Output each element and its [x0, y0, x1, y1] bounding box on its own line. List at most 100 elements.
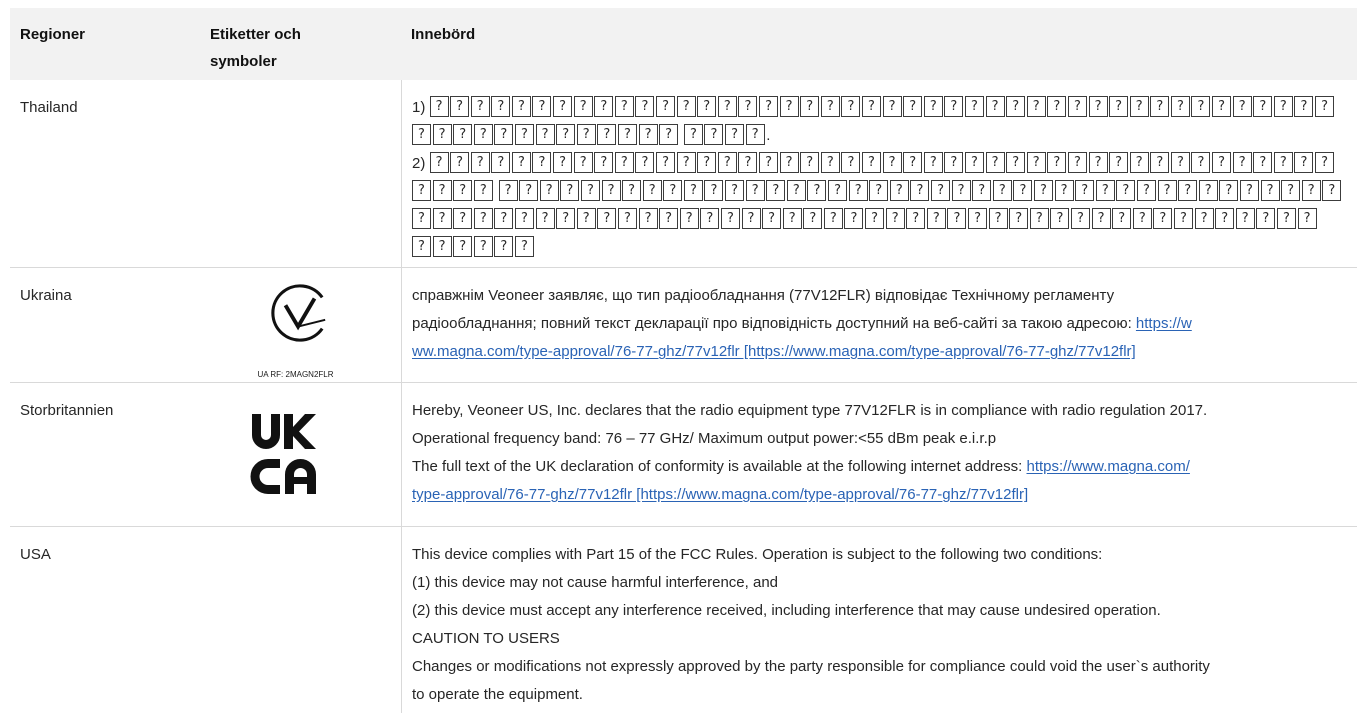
missing-glyph-box: ⍰: [972, 180, 992, 201]
meaning-line: The full text of the UK declaration of c…: [412, 453, 1357, 481]
missing-glyph-box: ⍰: [676, 152, 696, 173]
missing-glyph-box: ⍰: [861, 152, 881, 173]
missing-glyph-box: ⍰: [679, 208, 699, 229]
missing-glyph-box: ⍰: [432, 208, 452, 229]
declaration-link[interactable]: ww.magna.com/type-approval/76-77-ghz/77v…: [412, 343, 1136, 360]
missing-glyph-box: ⍰: [704, 180, 724, 201]
missing-glyph-box: ⍰: [807, 180, 827, 201]
missing-glyph-box: ⍰: [992, 180, 1012, 201]
missing-glyph-box: ⍰: [1315, 152, 1335, 173]
missing-glyph-box: ⍰: [553, 152, 573, 173]
missing-glyph-box: ⍰: [1047, 152, 1067, 173]
missing-glyph-box: ⍰: [1297, 208, 1317, 229]
missing-glyph-box: ⍰: [453, 180, 473, 201]
missing-glyph-box: ⍰: [594, 152, 614, 173]
declaration-link[interactable]: https://www.magna.com/: [1027, 458, 1190, 475]
missing-glyph-box: ⍰: [1026, 152, 1046, 173]
missing-glyph-box: ⍰: [491, 152, 511, 173]
missing-glyph-box: ⍰: [473, 208, 493, 229]
missing-glyph-box: ⍰: [1235, 208, 1255, 229]
missing-glyph-box: ⍰: [638, 124, 658, 145]
missing-glyph-box: ⍰: [1191, 152, 1211, 173]
missing-glyph-box: ⍰: [725, 124, 745, 145]
missing-glyph-box: ⍰: [1095, 180, 1115, 201]
missing-glyph-box: ⍰: [741, 208, 761, 229]
table-row-ukraina: Ukraina UA RF: 2MAGN2FLR справжнім Veone…: [10, 268, 1357, 383]
missing-glyph-box: ⍰: [1170, 96, 1190, 117]
missing-glyph-box: ⍰: [1219, 180, 1239, 201]
missing-glyph-box: ⍰: [889, 180, 909, 201]
missing-glyph-box: ⍰: [535, 208, 555, 229]
missing-glyph-box: ⍰: [926, 208, 946, 229]
missing-glyph-box: ⍰: [882, 96, 902, 117]
missing-glyph-box: ⍰: [642, 180, 662, 201]
missing-glyph-box: ⍰: [412, 208, 431, 229]
missing-glyph-box: ⍰: [844, 208, 864, 229]
meaning-line: ⍰⍰⍰⍰⍰⍰: [412, 234, 1357, 262]
missing-glyph-box: ⍰: [491, 96, 511, 117]
missing-glyph-box: ⍰: [786, 180, 806, 201]
meaning-text: The full text of the UK declaration of c…: [412, 458, 1027, 475]
missing-glyph-box: ⍰: [1112, 208, 1132, 229]
missing-glyph-box: ⍰: [1198, 180, 1218, 201]
missing-glyph-box: ⍰: [985, 152, 1005, 173]
missing-glyph-box: ⍰: [1273, 152, 1293, 173]
missing-glyph-box: ⍰: [1260, 180, 1280, 201]
header-label: Innebörd: [411, 26, 476, 43]
missing-glyph-box: ⍰: [412, 124, 431, 145]
missing-glyph-box: ⍰: [704, 124, 724, 145]
meaning-line: Hereby, Veoneer US, Inc. declares that t…: [412, 397, 1357, 425]
missing-glyph-box: ⍰: [638, 208, 658, 229]
missing-glyph-box: ⍰: [766, 180, 786, 201]
header-label: Etiketter och symboler: [210, 26, 301, 70]
missing-glyph-box: ⍰: [676, 96, 696, 117]
missing-glyph-box: ⍰: [450, 96, 470, 117]
missing-glyph-box: ⍰: [494, 236, 514, 257]
missing-glyph-box: ⍰: [453, 124, 473, 145]
missing-glyph-box: ⍰: [700, 208, 720, 229]
missing-glyph-box: ⍰: [1109, 152, 1129, 173]
missing-glyph-box: ⍰: [964, 152, 984, 173]
missing-glyph-box: ⍰: [1212, 96, 1232, 117]
missing-glyph-box: ⍰: [535, 124, 555, 145]
missing-glyph-box: ⍰: [659, 124, 679, 145]
missing-glyph-box: ⍰: [514, 208, 534, 229]
missing-glyph-box: ⍰: [885, 208, 905, 229]
header-innebord: Innebörd: [401, 8, 1357, 80]
missing-glyph-box: ⍰: [725, 180, 745, 201]
missing-glyph-box: ⍰: [1191, 96, 1211, 117]
region-cell: Thailand: [10, 80, 200, 267]
missing-glyph-box: ⍰: [1029, 208, 1049, 229]
missing-glyph-box: ⍰: [803, 208, 823, 229]
missing-glyph-box: ⍰: [1006, 96, 1026, 117]
meaning-line: ⍰⍰⍰⍰⍰⍰⍰⍰⍰⍰⍰⍰⍰ ⍰⍰⍰⍰.: [412, 122, 1357, 150]
missing-glyph-box: ⍰: [622, 180, 642, 201]
missing-glyph-box: ⍰: [1116, 180, 1136, 201]
ua-rf-caption: UA RF: 2MAGN2FLR: [257, 370, 334, 379]
missing-glyph-box: ⍰: [601, 180, 621, 201]
missing-glyph-box: ⍰: [1067, 152, 1087, 173]
missing-glyph-box: ⍰: [1050, 208, 1070, 229]
missing-glyph-box: ⍰: [539, 180, 559, 201]
header-etiketter: Etiketter och symboler: [200, 8, 401, 80]
missing-glyph-box: ⍰: [576, 208, 596, 229]
table-row-storbritannien: Storbritannien Hereby, Veoneer US, Inc. …: [10, 383, 1357, 527]
meaning-line: Operational frequency band: 76 – 77 GHz/…: [412, 425, 1357, 453]
region-cell: USA: [10, 527, 200, 713]
missing-glyph-box: ⍰: [429, 96, 449, 117]
missing-glyph-box: ⍰: [779, 96, 799, 117]
meaning-line: This device complies with Part 15 of the…: [412, 546, 1103, 563]
header-label: Regioner: [20, 26, 86, 43]
missing-glyph-box: ⍰: [473, 180, 493, 201]
declaration-link[interactable]: https://w: [1136, 315, 1192, 332]
missing-glyph-box: ⍰: [1281, 180, 1301, 201]
missing-glyph-box: ⍰: [1054, 180, 1074, 201]
missing-glyph-box: ⍰: [1294, 152, 1314, 173]
declaration-link[interactable]: type-approval/76-77-ghz/77v12flr [https:…: [412, 486, 1028, 503]
missing-glyph-box: ⍰: [800, 96, 820, 117]
document-page: Regioner Etiketter och symboler Innebörd…: [0, 0, 1357, 713]
meaning-line: 2) ⍰⍰⍰⍰⍰⍰⍰⍰⍰⍰⍰⍰⍰⍰⍰⍰⍰⍰⍰⍰⍰⍰⍰⍰⍰⍰⍰⍰⍰⍰⍰⍰⍰⍰⍰⍰⍰…: [412, 150, 1357, 178]
table-row-thailand: Thailand 1) ⍰⍰⍰⍰⍰⍰⍰⍰⍰⍰⍰⍰⍰⍰⍰⍰⍰⍰⍰⍰⍰⍰⍰⍰⍰⍰⍰⍰…: [10, 80, 1357, 268]
missing-glyph-box: ⍰: [1075, 180, 1095, 201]
missing-glyph-box: ⍰: [1273, 96, 1293, 117]
